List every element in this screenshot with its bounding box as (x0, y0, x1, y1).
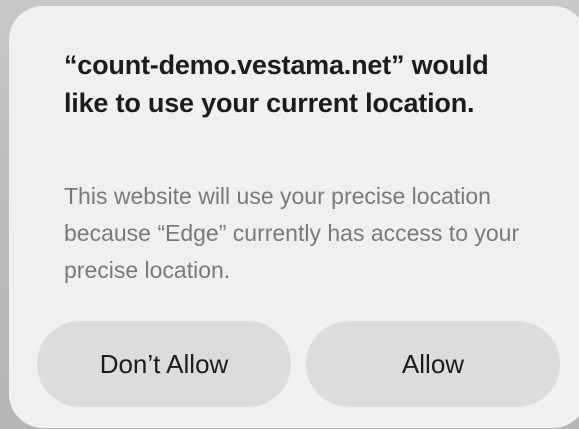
dialog-title: “count-demo.vestama.net” would like to u… (64, 50, 489, 118)
dont-allow-button[interactable]: Don’t Allow (37, 321, 291, 407)
dialog-message: This website will use your precise locat… (64, 183, 520, 283)
allow-button[interactable]: Allow (306, 321, 560, 407)
location-permission-dialog: “count-demo.vestama.net” would like to u… (9, 6, 579, 428)
